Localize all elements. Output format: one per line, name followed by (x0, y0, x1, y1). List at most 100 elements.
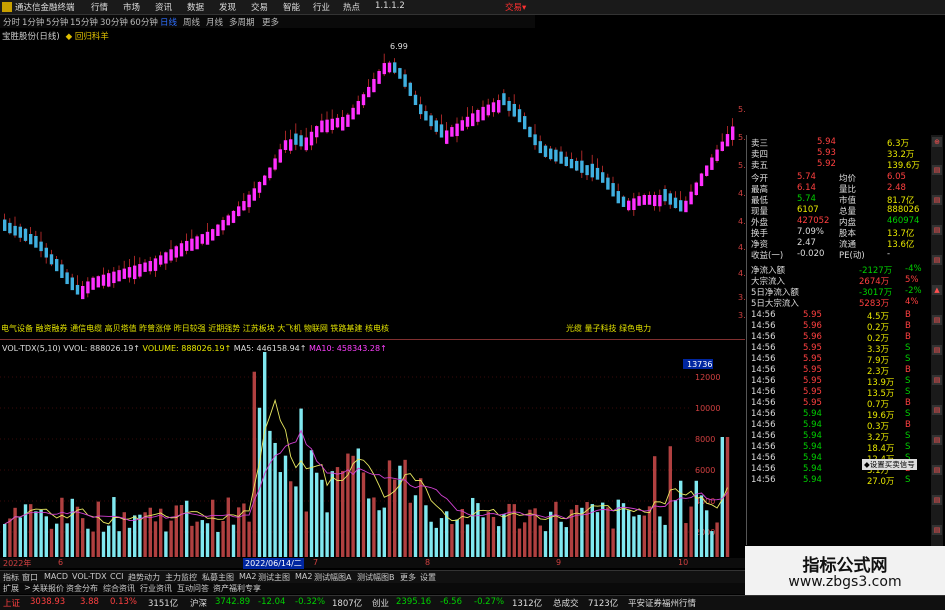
menu-industry[interactable]: 行业 (313, 1, 330, 13)
tab-extend[interactable]: 扩展 (3, 583, 19, 594)
tab-ma2[interactable]: MA2 (239, 572, 256, 581)
period-1min[interactable]: 1分钟 (22, 16, 44, 28)
side-btn-7[interactable]: ▤ (932, 315, 942, 325)
period-daily[interactable]: 日线 (160, 16, 177, 28)
tick-price: 5.94 (803, 475, 822, 485)
period-more[interactable]: 更多 (262, 16, 279, 28)
tab-window[interactable]: 窗口 (22, 572, 38, 583)
tick-time: 14:56 (751, 387, 776, 397)
tab-cci[interactable]: CCI (110, 572, 124, 581)
cy-change: -6.56 (440, 597, 462, 607)
period-60min[interactable]: 60分钟 (130, 16, 158, 28)
tab-ma2-b[interactable]: MA2 (295, 572, 312, 581)
side-btn-13[interactable]: ▤ (932, 495, 942, 505)
tab-asset-benefits[interactable]: 资产福利专享 (213, 583, 261, 594)
side-btn-12[interactable]: ▤ (932, 465, 942, 475)
price-tick-label: 4.50 (738, 217, 745, 226)
volume-bar-up (684, 523, 688, 557)
candle-up (382, 63, 386, 75)
signal-settings-button[interactable]: ◆设置买卖信号 (862, 459, 917, 470)
tab-fund-distribution[interactable]: 资金分布 (66, 583, 98, 594)
candle-up (699, 173, 704, 187)
volume-chart[interactable]: 1373612000100008000600040002000 (0, 352, 745, 567)
volume-bar-up (91, 531, 95, 557)
menu-hotspot[interactable]: 热点 (343, 1, 360, 13)
period-monthly[interactable]: 月线 (206, 16, 223, 28)
tick-row: 14:56 5.95 3.3万 S (747, 343, 927, 355)
tab-trend[interactable]: 趋势动力 (128, 572, 160, 583)
volume-bar-up (29, 504, 33, 557)
candle-up (731, 126, 735, 140)
candle-up (216, 224, 220, 236)
side-toolbar[interactable]: ⊕ ▤ ▤ ▤ ▤ ▲ ▤ ▤ ▤ ▤ ▤ ▤ ▤ ▤ (931, 135, 943, 575)
volume-bar-up (211, 499, 215, 557)
tab-test-a[interactable]: 测试幅图A (314, 572, 351, 583)
menu-news[interactable]: 资讯 (155, 1, 172, 13)
volume-bar-up (538, 525, 542, 557)
menu-data[interactable]: 数据 (187, 1, 204, 13)
candle-up (81, 286, 85, 300)
sh-label: 上证 (3, 599, 21, 609)
side-btn-2[interactable]: ▤ (932, 165, 942, 175)
period-multi[interactable]: 多周期 (229, 16, 255, 28)
candle-up (205, 231, 210, 245)
menu-smart[interactable]: 智能 (283, 1, 300, 13)
candle-down (3, 219, 7, 231)
tab-macd[interactable]: MACD (44, 572, 68, 581)
tab-test-b[interactable]: 测试幅图B (357, 572, 395, 583)
tab-general-news[interactable]: 综合资讯 (103, 583, 135, 594)
tab-industry-news[interactable]: 行业资讯 (140, 583, 172, 594)
candle-up (143, 262, 147, 272)
tab-indicator[interactable]: 指标 (3, 572, 19, 583)
tab-extend-arrow[interactable]: > (24, 583, 31, 592)
tick-row: 14:56 5.94 3.2万 S (747, 431, 927, 443)
tick-row: 14:56 5.95 7.9万 S (747, 354, 927, 366)
tick-row: 14:56 5.95 13.9万 S (747, 376, 927, 388)
candle-down (543, 145, 548, 157)
period-15min[interactable]: 15分钟 (70, 16, 98, 28)
candle-up (252, 188, 256, 201)
volume-bar-down (595, 512, 600, 557)
menu-trade[interactable]: 交易 (251, 1, 268, 13)
tab-main-monitor[interactable]: 主力监控 (165, 572, 197, 583)
side-btn-9[interactable]: ▤ (932, 375, 942, 385)
side-btn-6[interactable]: ▲ (932, 285, 942, 295)
candle-up (341, 116, 345, 131)
side-btn-14[interactable]: ▤ (932, 525, 942, 535)
trade-button[interactable]: 交易▾ (505, 1, 526, 13)
tab-qa[interactable]: 互动问答 (177, 583, 209, 594)
tab-vol-tdx[interactable]: VOL-TDX (72, 572, 107, 581)
side-btn-1[interactable]: ⊕ (932, 137, 942, 147)
candle-up (257, 181, 262, 193)
side-btn-8[interactable]: ▤ (932, 345, 942, 355)
tab-settings[interactable]: 设置 (420, 572, 436, 583)
tick-price: 5.95 (803, 387, 822, 397)
side-btn-11[interactable]: ▤ (932, 435, 942, 445)
candle-up (658, 195, 662, 207)
chart-divider (0, 339, 745, 340)
candle-down (39, 241, 43, 252)
side-btn-5[interactable]: ▤ (932, 255, 942, 265)
tab-related-quotes[interactable]: 关联报价 (32, 583, 64, 594)
period-5min[interactable]: 5分钟 (46, 16, 68, 28)
tick-time: 14:56 (751, 343, 776, 353)
tick-time: 14:56 (751, 398, 776, 408)
volume-bar-down (3, 523, 7, 557)
menu-discover[interactable]: 发现 (219, 1, 236, 13)
tick-side: S (905, 409, 911, 419)
menu-quotes[interactable]: 行情 (91, 1, 108, 13)
candlestick-chart[interactable]: 5.50 5.25 5.00 4.75 4.50 4.25 4.00 3.75 3.50 6.99 (0, 40, 745, 340)
tick-row: 14:56 5.94 18.4万 S (747, 442, 927, 454)
period-weekly[interactable]: 周线 (183, 16, 200, 28)
tick-row: 14:56 5.95 0.7万 B (747, 398, 927, 410)
side-btn-3[interactable]: ▤ (932, 195, 942, 205)
period-intraday[interactable]: 分时 (3, 16, 20, 28)
side-btn-10[interactable]: ▤ (932, 405, 942, 415)
menu-market[interactable]: 市场 (123, 1, 140, 13)
tab-test-main[interactable]: 测试主图 (258, 572, 290, 583)
volume-bar-down (367, 498, 371, 557)
side-btn-4[interactable]: ▤ (932, 225, 942, 235)
period-30min[interactable]: 30分钟 (100, 16, 128, 28)
tab-private-main[interactable]: 私募主图 (202, 572, 234, 583)
tab-more[interactable]: 更多 (400, 572, 416, 583)
